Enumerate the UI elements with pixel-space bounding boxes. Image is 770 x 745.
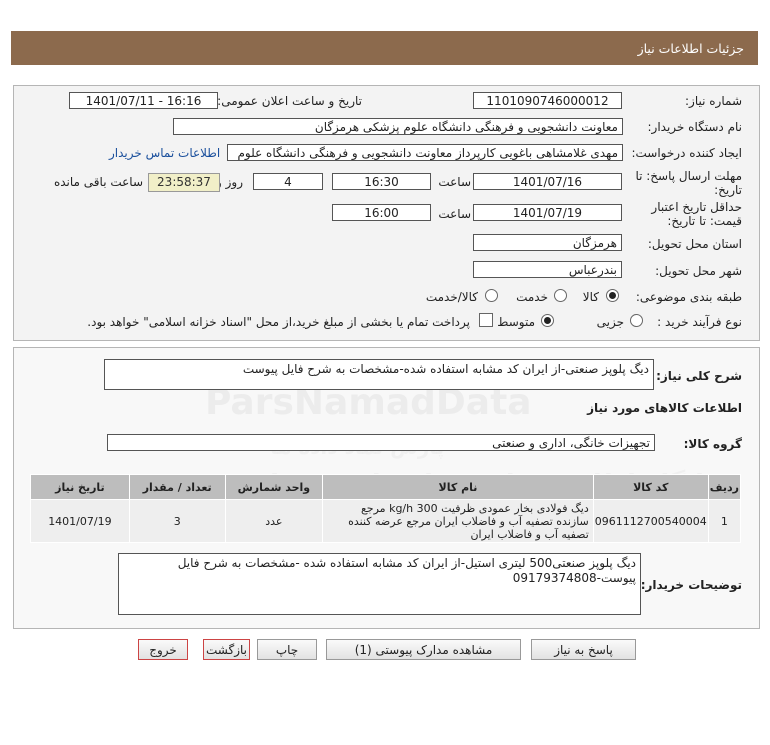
process-label: نوع فرآیند خرید : bbox=[657, 315, 742, 329]
category-radio-goods-service[interactable] bbox=[485, 289, 498, 302]
cell-date: 1401/07/19 bbox=[30, 499, 130, 543]
validity-label-1: حداقل تاریخ اعتبار bbox=[651, 200, 742, 214]
buyer-contact-link[interactable]: اطلاعات تماس خریدار bbox=[109, 146, 220, 160]
process-option-medium: متوسط bbox=[497, 315, 535, 329]
process-option-minor: جزیی bbox=[596, 315, 624, 329]
treasury-payment-checkbox[interactable] bbox=[479, 313, 493, 327]
days-field: 4 bbox=[253, 173, 323, 190]
print-button[interactable]: چاپ bbox=[257, 639, 317, 660]
validity-time-label: ساعت bbox=[438, 207, 471, 221]
process-radio-medium[interactable] bbox=[541, 314, 554, 327]
creator-label: ایجاد کننده درخواست: bbox=[631, 146, 742, 160]
deadline-label-2: تاریخ: bbox=[714, 183, 742, 197]
cell-unit: عدد bbox=[224, 499, 324, 543]
cell-qty: 3 bbox=[128, 499, 226, 543]
city-field: بندرعباس bbox=[473, 261, 622, 278]
general-description-label: شرح کلی نیاز: bbox=[656, 369, 742, 383]
deadline-time-field: 16:30 bbox=[332, 173, 431, 190]
validity-label-2: قیمت: تا تاریخ: bbox=[667, 214, 742, 228]
category-label: طبقه بندی موضوعی: bbox=[635, 290, 742, 304]
goods-group-field: تجهیزات خانگی، اداری و صنعتی bbox=[107, 434, 655, 451]
col-name-header: نام کالا bbox=[322, 474, 594, 500]
table-row: 1401/07/19 3 عدد دیگ فولادی بخار عمودی ظ… bbox=[30, 499, 742, 543]
creator-field: مهدی غلامشاهی باغویی کارپرداز معاونت دان… bbox=[227, 144, 623, 161]
general-description-field: دیگ پلوپز صنعتی-از ایران کد مشابه استفاد… bbox=[104, 359, 654, 390]
deadline-date-field: 1401/07/16 bbox=[473, 173, 622, 190]
back-button[interactable]: بازگشت bbox=[203, 639, 250, 660]
need-number-label: شماره نیاز: bbox=[685, 94, 742, 108]
col-date-header: تاریخ نیاز bbox=[30, 474, 130, 500]
province-field: هرمزگان bbox=[473, 234, 622, 251]
col-qty-header: تعداد / مقدار bbox=[128, 474, 226, 500]
page-title: جزئیات اطلاعات نیاز bbox=[637, 41, 744, 56]
buyer-field: معاونت دانشجویی و فرهنگی دانشگاه علوم پز… bbox=[173, 118, 623, 135]
goods-group-label: گروه کالا: bbox=[683, 437, 742, 451]
buyer-notes-field: دیگ پلوپز صنعتی500 لیتری استیل-از ایران … bbox=[118, 553, 641, 615]
col-index-header: ردیف bbox=[707, 474, 742, 500]
cell-code: 0961112700540004 bbox=[592, 499, 709, 543]
cell-index: 1 bbox=[707, 499, 742, 543]
deadline-time-label: ساعت bbox=[438, 175, 471, 189]
exit-button[interactable]: خروج bbox=[138, 639, 188, 660]
remaining-label: ساعت باقی مانده bbox=[53, 175, 143, 189]
validity-time-field: 16:00 bbox=[332, 204, 431, 221]
days-label: روز و bbox=[216, 175, 243, 189]
category-option-service: خدمت bbox=[516, 290, 548, 304]
reply-button[interactable]: پاسخ به نیاز bbox=[531, 639, 636, 660]
deadline-label-1: مهلت ارسال پاسخ: تا bbox=[635, 169, 742, 183]
category-radio-service[interactable] bbox=[554, 289, 567, 302]
buyer-notes-label: توضیحات خریدار: bbox=[640, 578, 742, 592]
validity-date-field: 1401/07/19 bbox=[473, 204, 622, 221]
announce-label: تاریخ و ساعت اعلان عمومی: bbox=[217, 94, 362, 108]
col-unit-header: واحد شمارش bbox=[224, 474, 324, 500]
remaining-time: 23:58:37 bbox=[148, 173, 220, 192]
buyer-label: نام دستگاه خریدار: bbox=[647, 120, 743, 134]
goods-table: تاریخ نیاز تعداد / مقدار واحد شمارش نام … bbox=[30, 474, 742, 543]
view-attachments-button[interactable]: مشاهده مدارک پیوستی (1) bbox=[326, 639, 521, 660]
category-radio-goods[interactable] bbox=[606, 289, 619, 302]
cell-name: دیگ فولادی بخار عمودی ظرفیت 300 kg/h مرج… bbox=[322, 499, 594, 543]
category-option-goods: کالا bbox=[582, 290, 599, 304]
goods-info-title: اطلاعات کالاهای مورد نیاز bbox=[587, 401, 742, 415]
city-label: شهر محل تحویل: bbox=[655, 264, 742, 278]
treasury-payment-note: پرداخت تمام یا بخشی از مبلغ خرید،از محل … bbox=[87, 315, 470, 329]
category-option-goods-service: کالا/خدمت bbox=[425, 290, 478, 304]
need-number-field: 1101090746000012 bbox=[473, 92, 622, 109]
page-header: جزئیات اطلاعات نیاز bbox=[11, 31, 758, 65]
announce-field: 1401/07/11 - 16:16 bbox=[69, 92, 218, 109]
col-code-header: کد کالا bbox=[592, 474, 709, 500]
province-label: استان محل تحویل: bbox=[647, 237, 742, 251]
process-radio-minor[interactable] bbox=[630, 314, 643, 327]
